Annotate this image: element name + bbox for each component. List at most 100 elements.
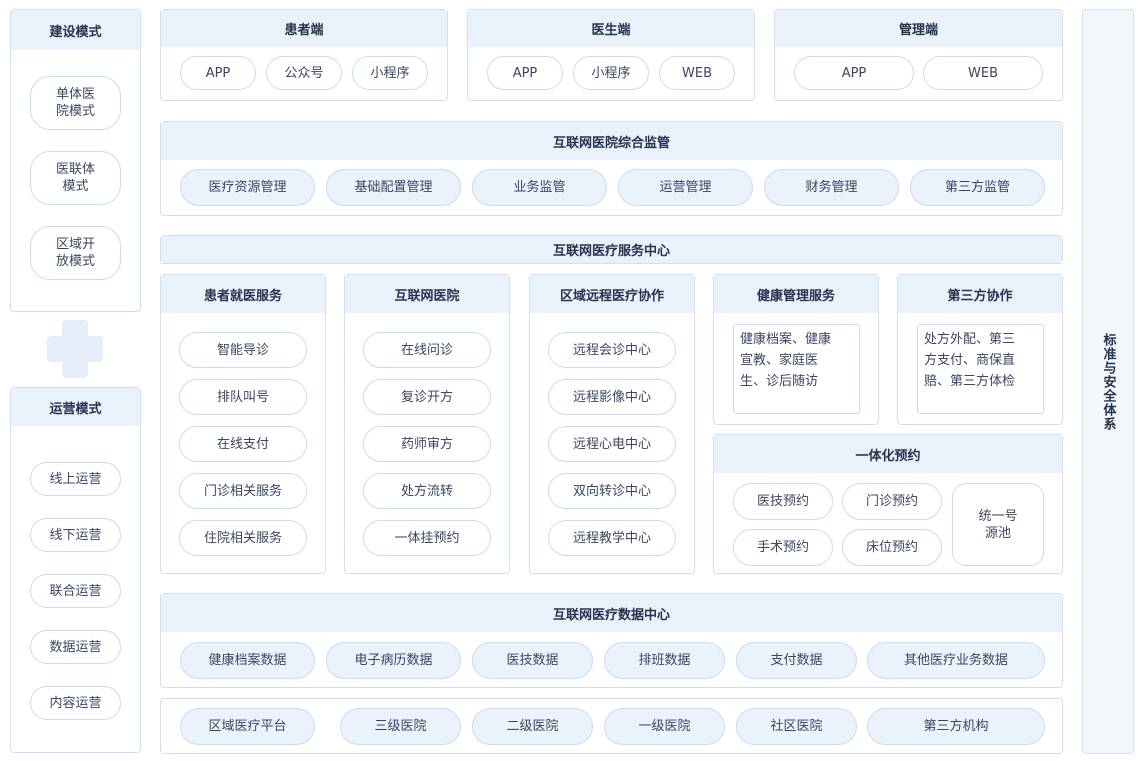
text-line: 赔、第三方体检 (924, 374, 1016, 389)
doctor-end-mini-program[interactable]: 小程序 (573, 56, 649, 90)
appointment-outpatient[interactable]: 门诊预约 (842, 483, 942, 520)
institution-regional-platform[interactable]: 区域医疗平台 (180, 708, 315, 745)
pill-line: 单体医 (55, 87, 95, 102)
text-line: 生、诊后随访 (740, 374, 819, 389)
institution-community[interactable]: 社区医院 (736, 708, 857, 745)
pill-line: 医联体 (55, 162, 95, 177)
text-line: 方支付、商保直 (924, 353, 1016, 368)
regional-remote-ecg[interactable]: 远程心电中心 (548, 426, 676, 462)
ops-mode-data[interactable]: 数据运营 (30, 630, 121, 664)
pill-line: 源池 (984, 525, 1011, 541)
plus-icon-horizontal (47, 336, 103, 362)
admin-end-web[interactable]: WEB (923, 56, 1043, 90)
third-party-panel: 第三方协作 处方外配、第三 方支付、商保直 赔、第三方体检 (897, 274, 1063, 425)
regional-remote-referral[interactable]: 双向转诊中心 (548, 473, 676, 509)
data-center-emr[interactable]: 电子病历数据 (326, 642, 461, 679)
data-center-other[interactable]: 其他医疗业务数据 (867, 642, 1045, 679)
institution-secondary[interactable]: 二级医院 (472, 708, 593, 745)
supervision-third-party[interactable]: 第三方监管 (910, 169, 1045, 206)
supervision-title: 互联网医院综合监管 (161, 122, 1062, 160)
internet-hospital-title: 互联网医院 (345, 275, 509, 313)
pill-line: 放模式 (55, 254, 95, 269)
regional-remote-title: 区域远程医疗协作 (530, 275, 694, 313)
internet-hospital-panel: 互联网医院 在线问诊 复诊开方 药师审方 处方流转 一体挂预约 (344, 274, 510, 574)
admin-end-panel: 管理端 APP WEB (774, 9, 1063, 101)
data-center-tech[interactable]: 医技数据 (472, 642, 593, 679)
patient-end-app[interactable]: APP (180, 56, 256, 90)
regional-remote-imaging[interactable]: 远程影像中心 (548, 379, 676, 415)
patient-services-online-pay[interactable]: 在线支付 (179, 426, 307, 462)
ops-mode-content[interactable]: 内容运营 (30, 686, 121, 720)
ops-mode-title: 运营模式 (11, 388, 140, 426)
patient-services-outpatient[interactable]: 门诊相关服务 (179, 473, 307, 509)
standards-panel: 标准与安全体系 (1082, 9, 1134, 754)
data-center-health-records[interactable]: 健康档案数据 (180, 642, 315, 679)
doctor-end-title: 医生端 (468, 10, 754, 47)
text-line: 处方外配、第三 (924, 332, 1016, 347)
doctor-end-web[interactable]: WEB (659, 56, 735, 90)
health-mgmt-title: 健康管理服务 (714, 275, 878, 313)
patient-end-mini-program[interactable]: 小程序 (352, 56, 428, 90)
third-party-title: 第三方协作 (898, 275, 1062, 313)
third-party-text: 处方外配、第三 方支付、商保直 赔、第三方体检 (917, 324, 1044, 414)
data-center-panel: 互联网医疗数据中心 健康档案数据 电子病历数据 医技数据 排班数据 支付数据 其… (160, 593, 1063, 688)
doctor-end-panel: 医生端 APP 小程序 WEB (467, 9, 755, 101)
doctor-end-app[interactable]: APP (487, 56, 563, 90)
patient-services-smart-triage[interactable]: 智能导诊 (179, 332, 307, 368)
build-mode-panel: 建设模式 单体医 院模式 医联体 模式 区域开 放模式 (10, 9, 141, 312)
build-mode-title: 建设模式 (11, 10, 140, 50)
patient-services-queue-call[interactable]: 排队叫号 (179, 379, 307, 415)
service-center-bar: 互联网医疗服务中心 (160, 235, 1063, 264)
build-mode-alliance[interactable]: 医联体 模式 (30, 151, 121, 205)
data-center-payment[interactable]: 支付数据 (736, 642, 857, 679)
pill-line: 区域开 (55, 237, 95, 252)
supervision-config-mgmt[interactable]: 基础配置管理 (326, 169, 461, 206)
institution-primary[interactable]: 一级医院 (604, 708, 725, 745)
appointment-tech[interactable]: 医技预约 (733, 483, 833, 520)
patient-services-title: 患者就医服务 (161, 275, 325, 313)
admin-end-app[interactable]: APP (794, 56, 914, 90)
build-mode-regional[interactable]: 区域开 放模式 (30, 226, 121, 280)
standards-title-wrap: 标准与安全体系 (1083, 10, 1133, 753)
admin-end-title: 管理端 (775, 10, 1062, 47)
appointment-panel: 一体化预约 医技预约 门诊预约 手术预约 床位预约 统一号 源池 (713, 434, 1063, 574)
supervision-panel: 互联网医院综合监管 医疗资源管理 基础配置管理 业务监管 运营管理 财务管理 第… (160, 121, 1063, 216)
pill-line: 模式 (62, 179, 89, 194)
regional-remote-teaching[interactable]: 远程教学中心 (548, 520, 676, 556)
patient-services-panel: 患者就医服务 智能导诊 排队叫号 在线支付 门诊相关服务 住院相关服务 (160, 274, 326, 574)
internet-hospital-revisit-prescribe[interactable]: 复诊开方 (363, 379, 491, 415)
internet-hospital-prescription-flow[interactable]: 处方流转 (363, 473, 491, 509)
pill-line: 统一号 (978, 508, 1018, 524)
supervision-business[interactable]: 业务监管 (472, 169, 607, 206)
health-mgmt-panel: 健康管理服务 健康档案、健康 宣教、家庭医 生、诊后随访 (713, 274, 879, 425)
patient-end-title: 患者端 (161, 10, 447, 47)
supervision-finance[interactable]: 财务管理 (764, 169, 899, 206)
internet-hospital-online-consult[interactable]: 在线问诊 (363, 332, 491, 368)
institution-third-party[interactable]: 第三方机构 (867, 708, 1045, 745)
patient-end-panel: 患者端 APP 公众号 小程序 (160, 9, 448, 101)
appointment-surgery[interactable]: 手术预约 (733, 529, 833, 566)
build-mode-single-hospital[interactable]: 单体医 院模式 (30, 76, 121, 130)
text-line: 健康档案、健康 (740, 332, 832, 347)
standards-title: 标准与安全体系 (1100, 332, 1116, 431)
ops-mode-joint[interactable]: 联合运营 (30, 574, 121, 608)
appointment-unified-pool[interactable]: 统一号 源池 (952, 483, 1044, 566)
institution-tertiary[interactable]: 三级医院 (340, 708, 461, 745)
regional-remote-panel: 区域远程医疗协作 远程会诊中心 远程影像中心 远程心电中心 双向转诊中心 远程教… (529, 274, 695, 574)
ops-mode-online[interactable]: 线上运营 (30, 462, 121, 496)
ops-mode-panel: 运营模式 线上运营 线下运营 联合运营 数据运营 内容运营 (10, 387, 141, 753)
ops-mode-offline[interactable]: 线下运营 (30, 518, 121, 552)
data-center-scheduling[interactable]: 排班数据 (604, 642, 725, 679)
health-mgmt-text: 健康档案、健康 宣教、家庭医 生、诊后随访 (733, 324, 860, 414)
internet-hospital-pharmacist-review[interactable]: 药师审方 (363, 426, 491, 462)
patient-services-inpatient[interactable]: 住院相关服务 (179, 520, 307, 556)
internet-hospital-appointment[interactable]: 一体挂预约 (363, 520, 491, 556)
appointment-bed[interactable]: 床位预约 (842, 529, 942, 566)
appointment-title: 一体化预约 (714, 435, 1062, 473)
service-center-title: 互联网医疗服务中心 (161, 236, 1062, 263)
supervision-resource-mgmt[interactable]: 医疗资源管理 (180, 169, 315, 206)
patient-end-official-account[interactable]: 公众号 (266, 56, 342, 90)
institutions-panel: 区域医疗平台 三级医院 二级医院 一级医院 社区医院 第三方机构 (160, 698, 1063, 754)
supervision-operations[interactable]: 运营管理 (618, 169, 753, 206)
regional-remote-consultation[interactable]: 远程会诊中心 (548, 332, 676, 368)
